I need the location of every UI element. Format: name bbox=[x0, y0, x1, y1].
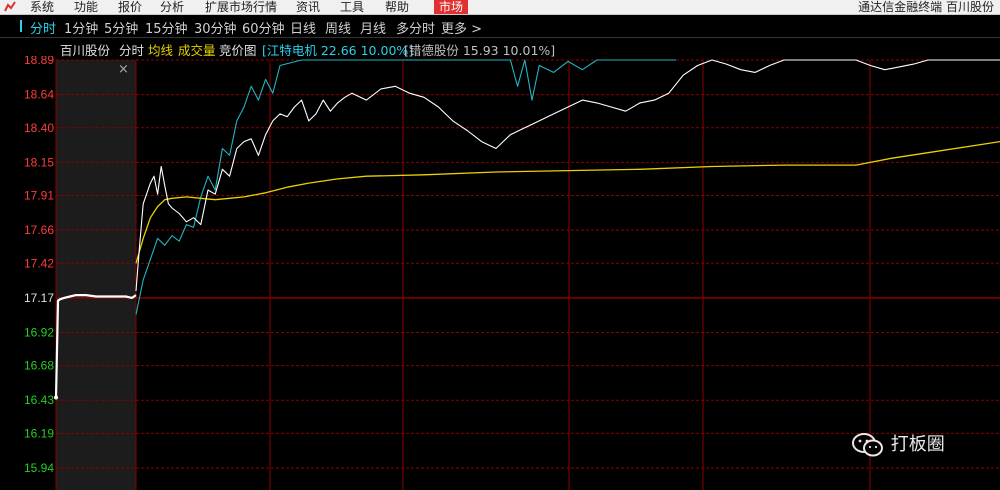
tab-multi-intraday[interactable]: 多分时 bbox=[396, 18, 435, 37]
tab-60min[interactable]: 60分钟 bbox=[242, 18, 285, 37]
auction-background bbox=[56, 60, 136, 490]
price-tick-label: 17.91 bbox=[24, 189, 54, 203]
chart-info-bar: 百川股份 分时 均线 成交量 竞价图 [江特电机 22.66 10.00%] [… bbox=[0, 38, 1000, 58]
tab-more[interactable]: 更多 > bbox=[441, 18, 482, 37]
app-title: 通达信金融终端 bbox=[858, 0, 943, 14]
price-tick-label: 17.66 bbox=[24, 223, 54, 237]
active-tab-marker bbox=[20, 20, 22, 32]
chart-grid bbox=[55, 59, 1000, 490]
tab-weekly[interactable]: 周线 bbox=[325, 18, 351, 37]
intraday-chart[interactable]: 18.89 18.64 18.40 18.15 17.91 17.66 17.42 17.17… bbox=[0, 56, 1000, 490]
tab-1min[interactable]: 1分钟 bbox=[64, 18, 98, 37]
price-tick-label: 16.43 bbox=[24, 393, 54, 407]
menu-item-news[interactable]: 资讯 bbox=[296, 0, 320, 14]
menu-item-quote[interactable]: 报价 bbox=[118, 0, 142, 14]
price-tick-label: 18.40 bbox=[24, 121, 54, 135]
price-tick-label: 17.17 bbox=[24, 291, 54, 305]
price-tick-label: 16.19 bbox=[24, 426, 54, 440]
menu-item-tools[interactable]: 工具 bbox=[340, 0, 364, 14]
menu-bar: 系统 功能 报价 分析 扩展市场行情 资讯 工具 帮助 市场 通达信金融终端 百… bbox=[0, 0, 1000, 15]
window-title: 通达信金融终端 百川股份 bbox=[858, 0, 994, 14]
tab-15min[interactable]: 15分钟 bbox=[145, 18, 188, 37]
period-tab-bar: 分时 1分钟 5分钟 15分钟 30分钟 60分钟 日线 周线 月线 多分时 更… bbox=[0, 15, 1000, 38]
price-tick-label: 17.42 bbox=[24, 256, 54, 270]
menu-item-market[interactable]: 市场 bbox=[434, 0, 469, 14]
tab-intraday[interactable]: 分时 bbox=[30, 18, 56, 37]
menu-item-function[interactable]: 功能 bbox=[74, 0, 98, 14]
menu-item-extended-market[interactable]: 扩展市场行情 bbox=[205, 0, 277, 14]
close-auction-icon[interactable]: × bbox=[118, 62, 129, 77]
menu-item-analysis[interactable]: 分析 bbox=[160, 0, 184, 14]
price-tick-label: 16.68 bbox=[24, 359, 54, 373]
price-tick-label: 16.92 bbox=[24, 325, 54, 339]
price-tick-label: 18.89 bbox=[24, 56, 54, 67]
current-stock-title: 百川股份 bbox=[945, 0, 994, 14]
price-axis: 18.89 18.64 18.40 18.15 17.91 17.66 17.42 17.17… bbox=[24, 56, 54, 475]
price-tick-label: 18.64 bbox=[24, 88, 54, 102]
auction-area bbox=[56, 60, 136, 490]
auction-open-dot bbox=[54, 395, 58, 400]
chevron-right-icon: > bbox=[471, 22, 483, 37]
price-tick-label: 15.94 bbox=[24, 461, 54, 475]
tab-monthly[interactable]: 月线 bbox=[360, 18, 386, 37]
watermark-text: 打板圈 bbox=[890, 434, 945, 455]
watermark: 打板圈 bbox=[851, 430, 945, 458]
tab-more-label: 更多 bbox=[441, 22, 468, 37]
app-logo-icon[interactable] bbox=[4, 1, 16, 13]
wechat-icon bbox=[852, 433, 883, 457]
tab-5min[interactable]: 5分钟 bbox=[104, 18, 138, 37]
tab-30min[interactable]: 30分钟 bbox=[194, 18, 237, 37]
menu-item-help[interactable]: 帮助 bbox=[385, 0, 409, 14]
menu-item-system[interactable]: 系统 bbox=[30, 0, 54, 14]
price-tick-label: 18.15 bbox=[24, 155, 54, 169]
tab-daily[interactable]: 日线 bbox=[290, 18, 316, 37]
